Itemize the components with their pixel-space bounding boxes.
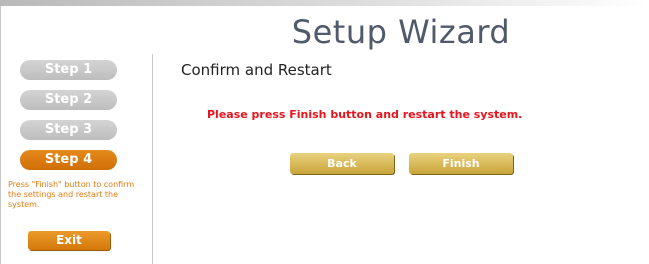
step-3: Step 3 xyxy=(20,120,117,140)
page-title: Setup Wizard xyxy=(291,13,511,51)
instruction-message: Please press Finish button and restart t… xyxy=(207,108,523,121)
section-heading: Confirm and Restart xyxy=(181,61,332,79)
left-border xyxy=(0,6,1,264)
step-4-current: Step 4 xyxy=(20,150,117,170)
back-button[interactable]: Back xyxy=(290,153,394,174)
finish-button[interactable]: Finish xyxy=(409,153,513,174)
step-help-text: Press "Finish" button to confirm the set… xyxy=(8,180,135,209)
header-rule xyxy=(0,0,649,6)
sidebar-divider xyxy=(152,54,153,264)
step-1: Step 1 xyxy=(20,60,117,80)
step-2: Step 2 xyxy=(20,90,117,110)
exit-button[interactable]: Exit xyxy=(28,231,110,250)
